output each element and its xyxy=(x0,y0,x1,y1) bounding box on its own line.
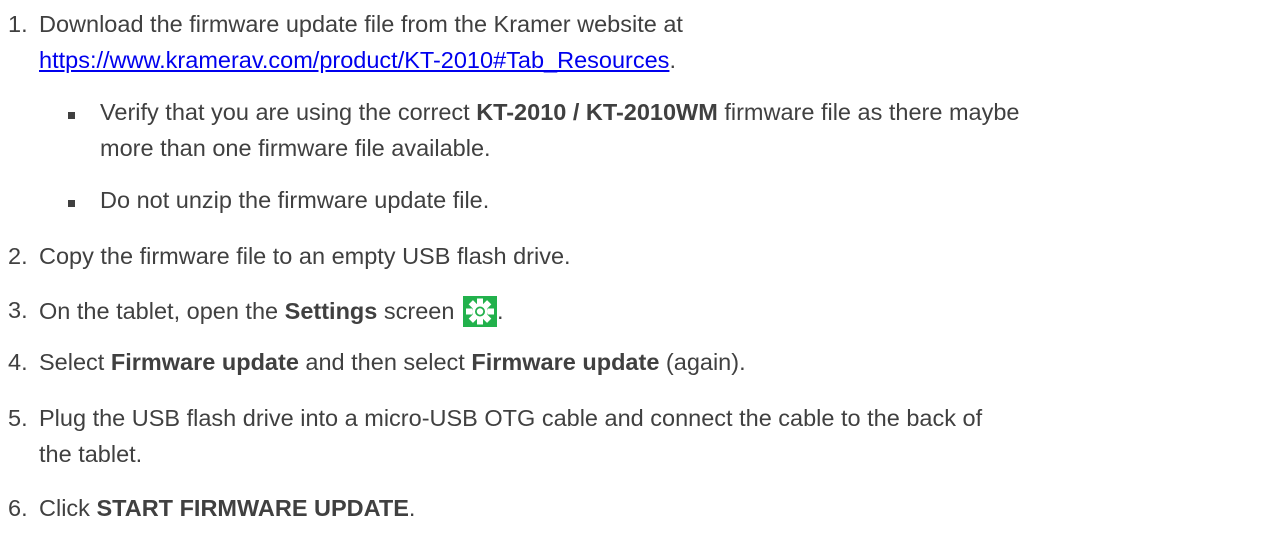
step-3: 3. On the tablet, open the Settings scre… xyxy=(8,296,504,327)
step-6-text: Click START FIRMWARE UPDATE. xyxy=(39,495,416,521)
step-1-link-line: https://www.kramerav.com/product/KT-2010… xyxy=(39,46,676,74)
step-number: 1. xyxy=(8,11,28,37)
step-5: 5. Plug the USB flash drive into a micro… xyxy=(8,404,982,432)
link-suffix: . xyxy=(669,47,676,73)
step-number: 5. xyxy=(8,405,28,431)
step-1-text: Download the firmware update file from t… xyxy=(39,11,683,37)
step-number: 6. xyxy=(8,495,28,521)
instruction-document: 1. Download the firmware update file fro… xyxy=(0,0,1268,550)
model-name: KT-2010 / KT-2010WM xyxy=(476,99,718,125)
kramer-resources-link[interactable]: https://www.kramerav.com/product/KT-2010… xyxy=(39,47,669,73)
step-2-text: Copy the firmware file to an empty USB f… xyxy=(39,243,571,269)
step-4: 4. Select Firmware update and then selec… xyxy=(8,348,746,376)
step-number: 4. xyxy=(8,349,28,375)
bullet-icon xyxy=(68,112,75,119)
step-number: 2. xyxy=(8,243,28,269)
settings-gear-icon xyxy=(462,296,497,327)
step-5-text-line-2: the tablet. xyxy=(39,441,143,467)
step-5-text-line-1: Plug the USB flash drive into a micro-US… xyxy=(39,405,983,431)
bullet-1-line-1: Verify that you are using the correct KT… xyxy=(100,99,1020,125)
step-6: 6. Click START FIRMWARE UPDATE. xyxy=(8,494,415,522)
bullet-1-line-2: more than one firmware file available. xyxy=(100,135,491,161)
step-4-text: Select Firmware update and then select F… xyxy=(39,349,746,375)
bullet-icon xyxy=(68,200,75,207)
start-firmware-update-label: START FIRMWARE UPDATE xyxy=(96,495,409,521)
step-3-text: On the tablet, open the Settings screen xyxy=(39,296,504,327)
settings-label: Settings xyxy=(284,298,378,324)
step-2: 2. Copy the firmware file to an empty US… xyxy=(8,242,571,270)
step-number: 3. xyxy=(8,297,28,323)
bullet-2: Do not unzip the firmware update file. xyxy=(100,187,490,213)
step-1: 1. Download the firmware update file fro… xyxy=(8,10,683,38)
